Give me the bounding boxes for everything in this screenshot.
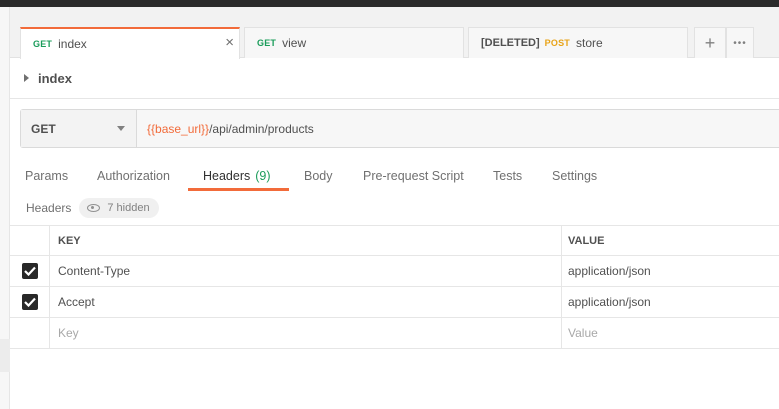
- headers-label: Headers: [26, 201, 72, 215]
- add-tab-button[interactable]: +: [694, 27, 726, 58]
- tab-method-badge: GET: [33, 39, 53, 49]
- table-header-check-cell: [10, 226, 50, 256]
- tab-body[interactable]: Body: [304, 159, 333, 192]
- checkbox[interactable]: [21, 294, 38, 310]
- headers-count: (9): [255, 168, 271, 183]
- headers-subbar: Headers 7 hidden: [26, 197, 159, 219]
- request-title[interactable]: index: [38, 71, 72, 86]
- tab-settings[interactable]: Settings: [552, 159, 597, 192]
- request-editor: GET index × GET view [DELETED] POST stor…: [10, 7, 779, 409]
- headers-table: KEY VALUE Content-Type application/json …: [10, 225, 779, 349]
- header-value-field[interactable]: application/json: [562, 287, 779, 317]
- row-check-cell: [10, 287, 50, 317]
- deleted-prefix: [DELETED]: [481, 37, 540, 49]
- hidden-headers-toggle[interactable]: 7 hidden: [79, 198, 159, 218]
- header-key-field[interactable]: Content-Type: [50, 256, 562, 286]
- table-header-row: KEY VALUE: [10, 225, 779, 256]
- table-row-new: Key Value: [10, 318, 779, 349]
- tab-view[interactable]: GET view: [244, 27, 464, 58]
- checkbox[interactable]: [21, 263, 38, 279]
- eye-icon: [87, 204, 101, 212]
- tab-index[interactable]: GET index ×: [20, 27, 240, 59]
- checkmark-icon: [23, 266, 36, 276]
- close-icon[interactable]: ×: [225, 35, 234, 51]
- column-header-value: VALUE: [568, 235, 605, 247]
- tab-headers-label: Headers: [203, 168, 251, 183]
- checkmark-icon: [23, 297, 36, 307]
- sidebar-edge: [0, 7, 10, 409]
- breadcrumb: index: [10, 58, 779, 99]
- row-check-cell: [10, 256, 50, 286]
- url-path: /api/admin/products: [209, 121, 314, 136]
- tab-label: index: [58, 37, 87, 51]
- sidebar-selected-item[interactable]: [0, 339, 10, 372]
- tab-tests[interactable]: Tests: [493, 159, 522, 192]
- caret-right-icon[interactable]: [24, 74, 29, 82]
- chevron-down-icon: [117, 126, 125, 131]
- tab-method-badge: POST: [544, 38, 570, 48]
- table-row: Content-Type application/json: [10, 256, 779, 287]
- url-input[interactable]: {{base_url}} /api/admin/products: [137, 110, 779, 147]
- window-top-bar: [0, 0, 779, 7]
- method-select[interactable]: GET: [21, 110, 137, 147]
- url-bar: GET {{base_url}} /api/admin/products: [20, 109, 779, 148]
- tab-store[interactable]: [DELETED] POST store: [468, 27, 688, 58]
- new-key-input[interactable]: Key: [50, 318, 562, 348]
- tab-authorization[interactable]: Authorization: [97, 159, 170, 192]
- header-value-field[interactable]: application/json: [562, 256, 779, 286]
- table-row: Accept application/json: [10, 287, 779, 318]
- request-tabs: Params Authorization Headers (9) Body Pr…: [10, 159, 779, 192]
- header-key-field[interactable]: Accept: [50, 287, 562, 317]
- tab-bar: GET index × GET view [DELETED] POST stor…: [10, 7, 779, 59]
- tab-label: store: [575, 36, 603, 50]
- hidden-count: 7 hidden: [107, 202, 150, 214]
- tab-method-badge: GET: [257, 38, 277, 48]
- tab-pre-request-script[interactable]: Pre-request Script: [363, 159, 464, 192]
- more-tabs-button[interactable]: •••: [726, 27, 754, 58]
- url-variable: {{base_url}}: [147, 121, 210, 136]
- column-header-key: KEY: [50, 226, 562, 256]
- method-value: GET: [31, 121, 56, 136]
- row-check-cell: [10, 318, 50, 348]
- tab-label: view: [282, 36, 307, 50]
- tab-params[interactable]: Params: [25, 159, 68, 192]
- active-tab-indicator: [188, 188, 289, 191]
- new-value-input[interactable]: Value: [562, 318, 779, 348]
